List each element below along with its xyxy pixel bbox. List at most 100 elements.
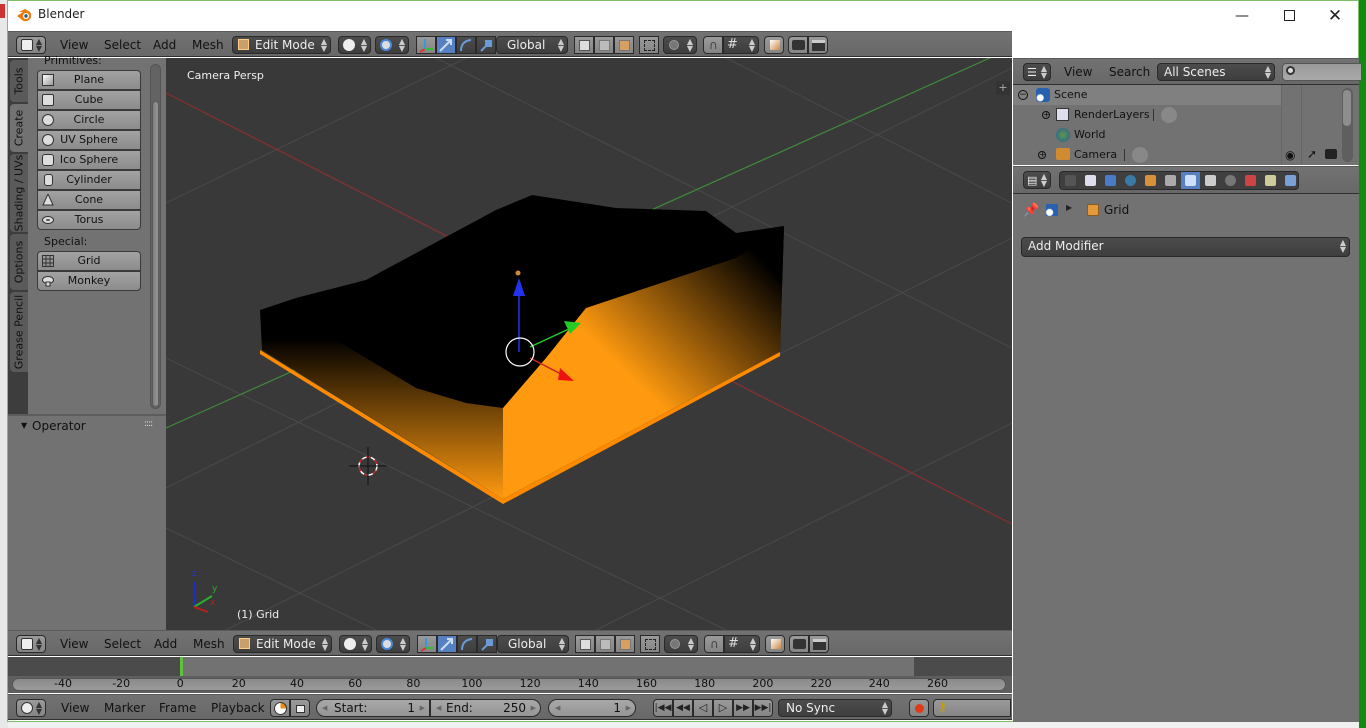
snap-element-select[interactable]: # ▲ ▼ — [723, 36, 759, 54]
tab-options[interactable]: Options — [10, 234, 28, 290]
snap-toggle-bottom[interactable]: ∩ — [704, 635, 724, 653]
add-uv-sphere-button[interactable]: UV Sphere — [37, 130, 141, 150]
proportional-editing-select[interactable]: ▲ ▼ — [663, 36, 697, 54]
transform-orientation-select[interactable]: Global ▲ ▼ — [496, 36, 568, 54]
add-grid-button[interactable]: Grid — [37, 251, 141, 271]
properties-tab-material[interactable] — [1221, 172, 1240, 189]
rotate-manipulator-button[interactable] — [456, 36, 476, 54]
outliner-menu-view[interactable]: View — [1064, 63, 1092, 81]
edge-select-button-bottom[interactable] — [595, 635, 615, 653]
add-circle-button[interactable]: Circle — [37, 110, 141, 130]
menu-add[interactable]: Add — [153, 36, 176, 54]
render-opengl-image-button[interactable] — [788, 36, 808, 54]
end-frame-field[interactable]: ◀ End: 250 ▶ — [430, 699, 541, 717]
timeline-menu-frame[interactable]: Frame — [159, 699, 196, 717]
editor-type-button[interactable]: ▲ ▼ — [16, 36, 46, 54]
toolshelf-scrollbar[interactable] — [150, 64, 161, 409]
menu-mesh-bottom[interactable]: Mesh — [193, 635, 225, 653]
properties-tab-modifiers[interactable] — [1181, 172, 1200, 189]
viewport-shading-select[interactable]: ▲ ▼ — [338, 36, 371, 54]
auto-keying-button[interactable] — [909, 699, 929, 717]
proportional-editing-select-bottom[interactable]: ▲ ▼ — [664, 635, 698, 653]
visibility-eye-icon[interactable]: ◉ — [1285, 148, 1295, 162]
properties-tab-physics[interactable] — [1281, 172, 1300, 189]
transform-orientation-select-bottom[interactable]: Global ▲ ▼ — [497, 635, 569, 653]
play-reverse-button[interactable]: ◁ — [693, 699, 713, 717]
scale-manipulator-button[interactable] — [476, 36, 496, 54]
viewport-shading-select-bottom[interactable]: ▲ ▼ — [339, 635, 372, 653]
menu-add-bottom[interactable]: Add — [154, 635, 177, 653]
add-plane-button[interactable]: Plane — [37, 70, 141, 90]
3d-viewport[interactable]: Camera Persp z y x (1) Grid + — [166, 58, 1012, 630]
timeline-menu-marker[interactable]: Marker — [104, 699, 145, 717]
keying-set-field[interactable]: ⚷ — [933, 699, 1011, 717]
add-cone-button[interactable]: Cone — [37, 190, 141, 210]
render-opengl-animation-button-bottom[interactable] — [809, 635, 829, 653]
drag-handle-icon[interactable]: :::: — [144, 419, 153, 429]
add-cylinder-button[interactable]: Cylinder — [37, 170, 141, 190]
operator-label[interactable]: Operator — [32, 419, 86, 433]
jump-keyframe-forward-button[interactable]: ▶▶ — [733, 699, 753, 717]
play-button[interactable]: ▷ — [713, 699, 733, 717]
properties-region-toggle-icon[interactable]: + — [996, 81, 1010, 95]
menu-view[interactable]: View — [60, 36, 88, 54]
outliner-row-scene[interactable]: − Scene — [1013, 85, 1281, 105]
timeline-area[interactable] — [8, 657, 1012, 676]
tab-tools[interactable]: Tools — [10, 60, 28, 102]
sync-mode-select[interactable]: No Sync ▲ ▼ — [778, 699, 892, 717]
pivot-point-select[interactable]: ▲ ▼ — [375, 36, 409, 54]
tab-shading-uvs[interactable]: Shading / UVs — [10, 154, 28, 232]
preview-range-button[interactable] — [270, 699, 290, 717]
add-cube-button[interactable]: Cube — [37, 90, 141, 110]
scene-filter-select[interactable]: All Scenes ▲ ▼ — [1157, 63, 1275, 81]
renderability-camera-icon[interactable] — [1325, 149, 1337, 159]
maximize-button[interactable] — [1266, 1, 1312, 30]
tab-grease-pencil[interactable]: Grease Pencil — [10, 292, 28, 372]
tab-create[interactable]: Create — [10, 104, 28, 152]
propagate-button-bottom[interactable] — [765, 635, 785, 653]
menu-mesh[interactable]: Mesh — [192, 36, 224, 54]
face-select-button-bottom[interactable] — [615, 635, 635, 653]
menu-select-bottom[interactable]: Select — [104, 635, 141, 653]
manipulator-toggle[interactable] — [416, 36, 436, 54]
propagate-button[interactable] — [764, 36, 784, 54]
properties-tab-object[interactable] — [1141, 172, 1160, 189]
outliner-editor-type-button[interactable]: ☰ ▲ ▼ — [1023, 63, 1051, 81]
render-opengl-image-button-bottom[interactable] — [789, 635, 809, 653]
edge-select-button[interactable] — [594, 36, 614, 54]
lock-range-button[interactable] — [290, 699, 310, 717]
outliner-row-camera[interactable]: + Camera — [1013, 145, 1281, 165]
current-frame-field[interactable]: ◀ 1 ▶ — [548, 699, 636, 717]
properties-tab-constraints[interactable] — [1161, 172, 1180, 189]
close-button[interactable]: ✕ — [1312, 1, 1358, 30]
add-ico-sphere-button[interactable]: Ico Sphere — [37, 150, 141, 170]
collapse-icon[interactable]: − — [1018, 90, 1028, 100]
mode-select-bottom[interactable]: Edit Mode ▲ ▼ — [233, 635, 332, 653]
timeline-ruler[interactable]: -40 -20 0 20 40 60 80 100 120 140 160 180 200 220 240 2… — [8, 676, 1012, 693]
occlude-geometry-button-bottom[interactable] — [640, 635, 660, 653]
add-torus-button[interactable]: Torus — [37, 210, 141, 230]
properties-tab-data[interactable] — [1201, 172, 1220, 189]
manipulator-toggle-bottom[interactable] — [417, 635, 437, 653]
properties-tab-scene[interactable] — [1101, 172, 1120, 189]
pivot-point-select-bottom[interactable]: ▲ ▼ — [376, 635, 410, 653]
render-opengl-animation-button[interactable] — [808, 36, 828, 54]
selectability-cursor-icon[interactable]: ➚ — [1307, 147, 1317, 161]
editor-type-button-bottom[interactable]: ▲ ▼ — [16, 635, 46, 653]
jump-to-end-button[interactable]: ▶▶| — [753, 699, 773, 717]
properties-tab-render[interactable] — [1061, 172, 1080, 189]
menu-select[interactable]: Select — [104, 36, 141, 54]
properties-tab-texture[interactable] — [1241, 172, 1260, 189]
outliner-row-renderlayers[interactable]: + RenderLayers — [1013, 105, 1281, 125]
current-frame-marker[interactable] — [180, 657, 183, 676]
vertex-select-button-bottom[interactable] — [575, 635, 595, 653]
outliner-scrollbar[interactable] — [1342, 88, 1353, 162]
face-select-button[interactable] — [614, 36, 634, 54]
scale-manipulator-button-bottom[interactable] — [477, 635, 497, 653]
properties-tab-particles[interactable] — [1261, 172, 1280, 189]
expand-icon[interactable]: + — [1042, 111, 1050, 119]
add-monkey-button[interactable]: Monkey — [37, 271, 141, 291]
jump-to-start-button[interactable]: |◀◀ — [653, 699, 673, 717]
properties-tab-render-layers[interactable] — [1081, 172, 1100, 189]
pin-icon[interactable]: 📌 — [1023, 203, 1039, 218]
